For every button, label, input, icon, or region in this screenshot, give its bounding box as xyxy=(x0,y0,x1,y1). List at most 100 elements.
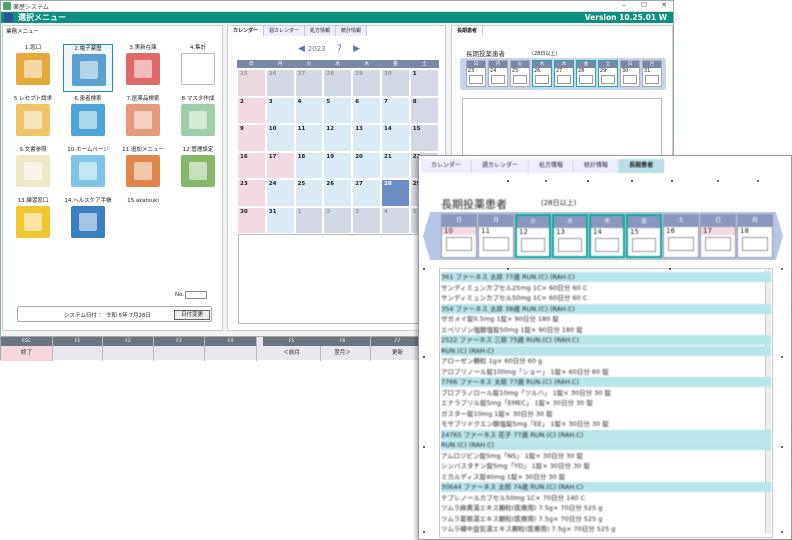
zoom-tab-2[interactable]: 処方情報 xyxy=(529,159,575,173)
next-month-icon[interactable]: ▶ xyxy=(353,44,360,54)
calendar-day[interactable]: 3 xyxy=(265,96,295,124)
calendar-day[interactable]: 17 xyxy=(265,151,295,179)
fkey-f5[interactable]: F5 ＜前月 xyxy=(263,337,321,361)
calendar-day[interactable]: 2 xyxy=(323,206,353,234)
strip-day[interactable]: 金 28 xyxy=(576,60,596,87)
medication-row[interactable]: アムロジピン錠5mg「NS」 1錠× 30日分 30 錠 xyxy=(441,451,771,461)
calendar-day[interactable]: 8 xyxy=(409,96,439,124)
medication-row[interactable]: ツムラ葛根湯エキス顆粒(医療用) 7.5g× 70日分 525 g xyxy=(441,514,771,524)
medication-row[interactable]: ザガメイ錠0.5mg 1錠× 90日分 180 錠 xyxy=(441,314,771,324)
calendar-day[interactable]: 27 xyxy=(294,69,324,97)
strip-day[interactable]: 月 24 xyxy=(488,60,508,87)
calendar-day[interactable]: 25 xyxy=(294,179,324,207)
calendar-day[interactable]: 26 xyxy=(265,69,295,97)
zoom-tab-4[interactable]: 長期患者 xyxy=(619,159,665,173)
calendar-day[interactable]: 21 xyxy=(381,151,410,179)
fkey-f3[interactable]: F3 xyxy=(154,337,205,361)
zoom-tab-1[interactable]: 週カレンダー xyxy=(472,159,530,173)
calendar-day[interactable]: 2 xyxy=(237,96,266,124)
medication-row[interactable]: エペリゾン塩酸塩錠50mg 1錠× 90日分 180 錠 xyxy=(441,325,771,335)
zoom-strip-day[interactable]: 月 18 xyxy=(737,214,773,258)
prev-month-icon[interactable]: ◀ xyxy=(298,44,305,54)
calendar-day[interactable]: 18 xyxy=(294,151,324,179)
strip-day[interactable]: 火 25 xyxy=(510,60,530,87)
fkey-esc[interactable]: ESC 終了 xyxy=(1,337,53,361)
medication-row[interactable]: RUN.(C) (RAH.C) xyxy=(441,440,771,450)
no-input[interactable] xyxy=(185,291,207,299)
calendar-day[interactable]: 23 xyxy=(237,179,266,207)
menu-item[interactable]: 1.窓口 xyxy=(8,44,58,92)
zoom-tab-3[interactable]: 統計情報 xyxy=(574,159,620,173)
medication-row[interactable]: 361 ファーネス 太郎 77歳 RUN.(C) (RAH.C) xyxy=(441,272,771,282)
medication-row[interactable]: RUN.(C) (RAH.C) xyxy=(441,345,771,356)
calendar-memo-area[interactable] xyxy=(238,234,440,324)
calendar-day[interactable]: 10 xyxy=(265,124,295,152)
medication-row[interactable]: ツムラ麻黄湯エキス顆粒(医療用) 7.5g× 70日分 525 g xyxy=(441,503,771,513)
strip-day[interactable]: 月 31 xyxy=(642,60,662,87)
menu-item[interactable]: 13.練習窓口 xyxy=(8,197,58,245)
calendar-day[interactable]: 14 xyxy=(381,124,410,152)
medication-row[interactable]: アローゼン顆粒 1g× 60日分 60 g xyxy=(441,356,771,366)
menu-item[interactable]: 5.レセプト請求 xyxy=(8,95,58,143)
change-date-button[interactable]: 日付変更 xyxy=(174,310,210,320)
medication-row[interactable]: サンディミュンカプセル50mg 1C× 60日分 60 C xyxy=(441,293,771,303)
zoom-strip-day[interactable]: 日 10 xyxy=(441,214,477,258)
zoom-strip-day[interactable]: 土 16 xyxy=(663,214,699,258)
calendar-day[interactable]: 15 xyxy=(409,124,439,152)
medication-row[interactable]: 7766 ファーネス 太郎 77歳 RUN.(C) (RAH.C) xyxy=(441,377,771,387)
calendar-day[interactable]: 1 xyxy=(409,69,439,97)
calendar-day[interactable]: 24 xyxy=(265,179,295,207)
calendar-day[interactable]: 1 xyxy=(294,206,324,234)
menu-item[interactable]: 15.akatsuki xyxy=(118,197,168,245)
calendar-day[interactable]: 26 xyxy=(323,179,353,207)
medication-row[interactable]: テプレノールカプセル50mg 1C× 70日分 140 C xyxy=(441,493,771,503)
medication-row[interactable]: 2522 ファーネス 三郎 75歳 RUN.(C) (RAH.C) xyxy=(441,335,771,345)
zoom-strip-day[interactable]: 木 14 xyxy=(589,214,625,258)
menu-item[interactable]: 14.ヘルスケア手帳 xyxy=(63,197,113,245)
calendar-day[interactable]: 4 xyxy=(294,96,324,124)
medication-row[interactable]: ブロプラノロール錠10mg「ツルハ」 1錠× 30日分 30 錠 xyxy=(441,388,771,398)
calendar-day[interactable]: 6 xyxy=(352,96,381,124)
menu-item[interactable]: 10.ホームページ xyxy=(63,146,113,194)
menu-item[interactable]: 6.患者検索 xyxy=(63,95,113,143)
zoom-strip-day[interactable]: 月 11 xyxy=(478,214,514,258)
medication-row[interactable]: 30644 ファーネス 太郎 74歳 RUN.(C) (RAH.C) xyxy=(441,482,771,492)
medication-row[interactable]: サンディミュンカプセル25mg 1C× 60日分 60 C xyxy=(441,283,771,293)
calendar-day[interactable]: 29 xyxy=(352,69,381,97)
tab-long-term[interactable]: 長期患者 xyxy=(452,26,484,36)
calendar-day[interactable]: 31 xyxy=(265,206,295,234)
zoom-strip-day[interactable]: 日 17 xyxy=(700,214,736,258)
medication-row[interactable]: 24765 ファーネス 花子 77歳 RUN.(C) (RAH.C) xyxy=(441,429,771,440)
strip-day[interactable]: 木 27 xyxy=(554,60,574,87)
minimize-button[interactable]: – xyxy=(617,1,631,11)
tab-calendar-2[interactable]: 処方情報 xyxy=(305,26,337,36)
menu-item[interactable]: 7.医薬品検索 xyxy=(118,95,168,143)
zoom-tab-0[interactable]: カレンダー xyxy=(421,159,473,173)
strip-day[interactable]: 日 30 xyxy=(620,60,640,87)
menu-item[interactable]: 3.実新在庫 xyxy=(118,44,168,92)
calendar-day[interactable]: 3 xyxy=(352,206,381,234)
strip-day[interactable]: 水 26 xyxy=(532,60,552,87)
calendar-day[interactable]: 13 xyxy=(352,124,381,152)
fkey-f2[interactable]: F2 xyxy=(103,337,154,361)
zoom-strip-day[interactable]: 金 15 xyxy=(626,214,662,258)
calendar-day[interactable]: 25 xyxy=(237,69,266,97)
calendar-day[interactable]: 28 xyxy=(381,179,410,207)
maximize-button[interactable]: ☐ xyxy=(637,1,651,11)
calendar-day[interactable]: 9 xyxy=(237,124,266,152)
calendar-day[interactable]: 20 xyxy=(352,151,381,179)
tab-calendar-1[interactable]: 週カレンダー xyxy=(264,26,306,36)
menu-item[interactable]: 4.集計 xyxy=(173,44,223,92)
calendar-day[interactable]: 19 xyxy=(323,151,353,179)
fkey-f6[interactable]: F6 翌月＞ xyxy=(315,337,371,361)
fkey-f1[interactable]: F1 xyxy=(53,337,103,361)
zoom-strip-day[interactable]: 火 12 xyxy=(515,214,551,258)
medication-row[interactable]: エナラプリル錠5mg「EMEC」 1錠× 30日分 30 錠 xyxy=(441,398,771,408)
calendar-day[interactable]: 11 xyxy=(294,124,324,152)
medication-row[interactable]: ツムラ補中益気湯エキス顆粒(医療用) 7.5g× 70日分 525 g xyxy=(441,524,771,534)
calendar-day[interactable]: 27 xyxy=(352,179,381,207)
menu-item[interactable]: 11.追加メニュー xyxy=(118,146,168,194)
strip-day[interactable]: 日 23 xyxy=(466,60,486,87)
menu-item[interactable]: 12.管理設定 xyxy=(173,146,223,194)
medication-row[interactable]: ミカルディス錠40mg 1錠× 30日分 30 錠 xyxy=(441,472,771,482)
